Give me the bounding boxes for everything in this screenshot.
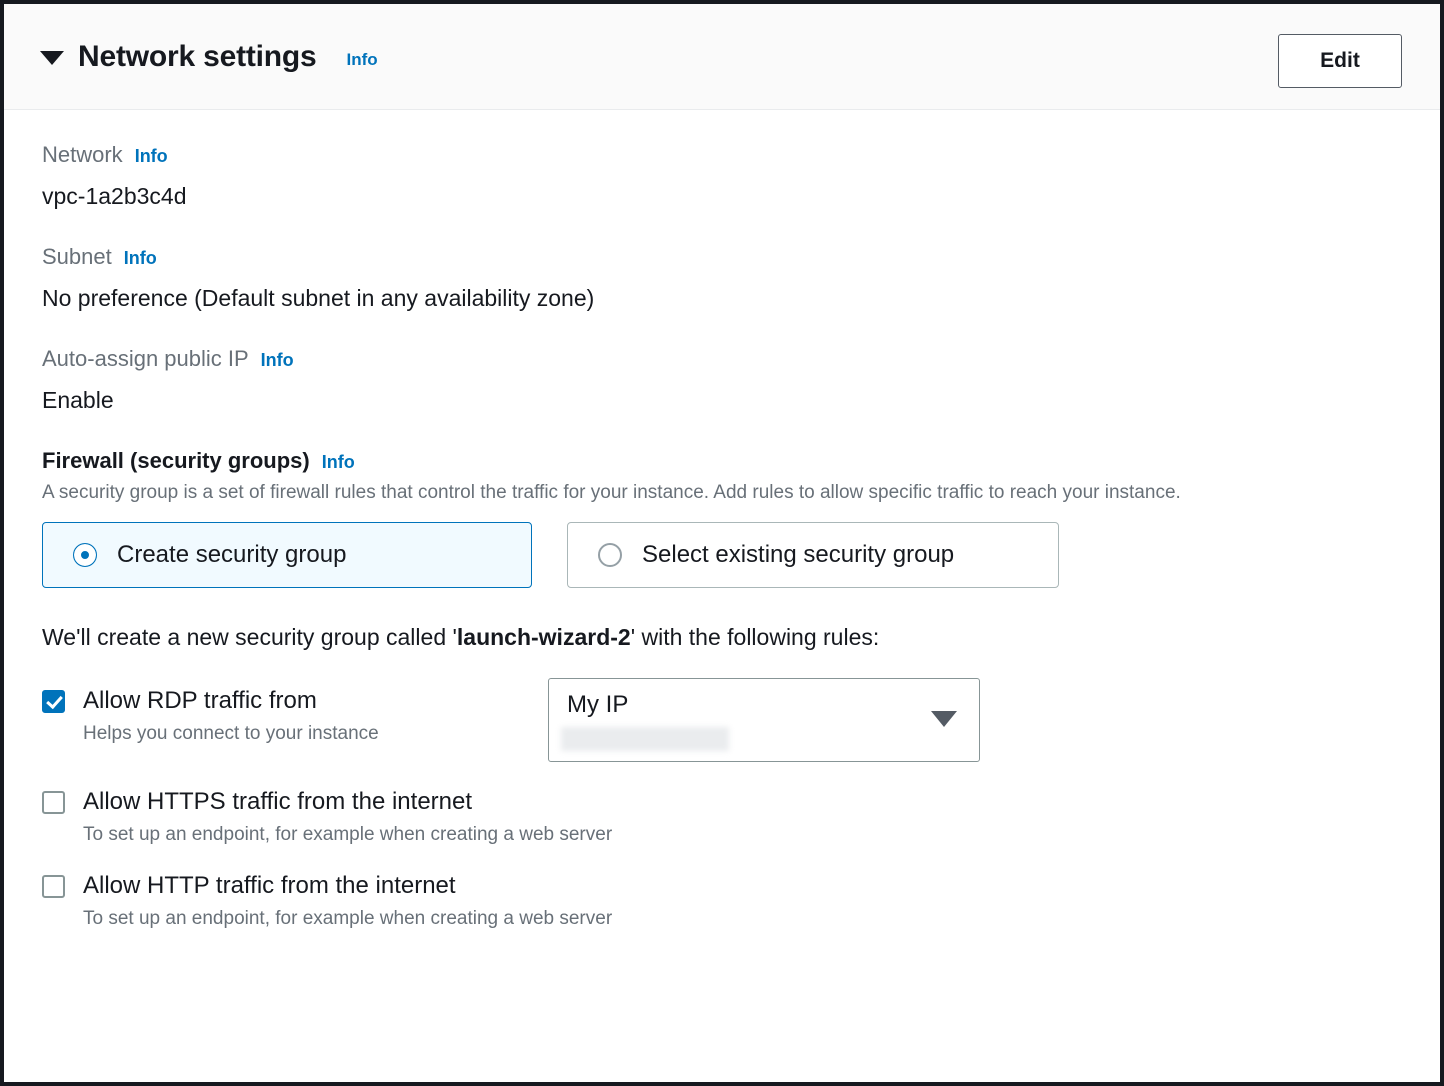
checkbox-allow-rdp[interactable] (42, 689, 65, 713)
rule-rdp-top: Allow RDP traffic from (42, 687, 512, 715)
security-group-name-sentence: We'll create a new security group called… (42, 624, 1402, 651)
rdp-source-redacted-ip (561, 727, 729, 751)
field-auto-assign-public-ip-label: Auto-assign public IP (42, 346, 249, 371)
header-info-link[interactable]: Info (347, 50, 378, 70)
network-settings-panel: Network settings Info Edit Network Info … (0, 0, 1444, 1086)
firewall-rules-list: Allow RDP traffic from Helps you connect… (42, 678, 1402, 930)
field-subnet: Subnet Info No preference (Default subne… (42, 244, 1402, 312)
field-auto-assign-public-ip-label-row: Auto-assign public IP Info (42, 346, 1402, 372)
rule-rdp-sublabel: Helps you connect to your instance (83, 723, 379, 744)
sg-sentence-suffix: ' with the following rules: (630, 624, 880, 650)
chevron-down-icon[interactable] (931, 711, 957, 727)
radio-card-create-security-group-label: Create security group (117, 541, 347, 568)
field-network-value: vpc-1a2b3c4d (42, 183, 187, 209)
rdp-source-dropdown-value: My IP (567, 691, 629, 718)
firewall-section: Firewall (security groups) Info A securi… (42, 448, 1402, 930)
field-subnet-info-link[interactable]: Info (124, 248, 157, 269)
rule-https-sublabel: To set up an endpoint, for example when … (83, 824, 613, 845)
rule-http-sublabel: To set up an endpoint, for example when … (83, 908, 613, 929)
radio-selected-icon[interactable] (73, 543, 97, 567)
radio-unselected-icon[interactable] (598, 543, 622, 567)
panel-body: Network Info vpc-1a2b3c4d Subnet Info No… (4, 110, 1440, 930)
sg-sentence-prefix: We'll create a new security group called… (42, 624, 457, 650)
rdp-source-dropdown[interactable]: My IP (548, 678, 980, 762)
radio-card-select-existing-security-group-label: Select existing security group (642, 541, 955, 568)
field-subnet-label: Subnet (42, 244, 112, 269)
panel-header-left: Network settings Info (40, 40, 378, 74)
radio-card-select-existing-security-group[interactable]: Select existing security group (567, 522, 1059, 588)
rule-row-https: Allow HTTPS traffic from the internet To… (42, 788, 1402, 846)
rule-https-left: Allow HTTPS traffic from the internet To… (42, 788, 612, 846)
rule-http-label: Allow HTTP traffic from the internet (83, 872, 456, 899)
field-subnet-label-row: Subnet Info (42, 244, 1402, 270)
rule-row-rdp: Allow RDP traffic from Helps you connect… (42, 678, 1402, 762)
field-auto-assign-public-ip-value: Enable (42, 387, 114, 413)
rule-https-label: Allow HTTPS traffic from the internet (83, 788, 473, 815)
checkbox-allow-http[interactable] (42, 874, 65, 898)
edit-button[interactable]: Edit (1278, 34, 1402, 88)
field-auto-assign-public-ip: Auto-assign public IP Info Enable (42, 346, 1402, 414)
chevron-down-icon[interactable] (40, 51, 64, 65)
checkbox-allow-https[interactable] (42, 790, 65, 814)
rule-http-top: Allow HTTP traffic from the internet (42, 872, 612, 900)
rule-rdp-left: Allow RDP traffic from Helps you connect… (42, 687, 512, 745)
page-title: Network settings (78, 39, 317, 73)
firewall-info-link[interactable]: Info (322, 452, 355, 473)
firewall-heading: Firewall (security groups) (42, 448, 310, 473)
firewall-heading-row: Firewall (security groups) Info (42, 448, 1402, 474)
sg-name: launch-wizard-2 (456, 624, 631, 650)
field-auto-assign-public-ip-info-link[interactable]: Info (261, 350, 294, 371)
field-subnet-value: No preference (Default subnet in any ava… (42, 285, 595, 311)
field-network-label: Network (42, 142, 123, 167)
field-network: Network Info vpc-1a2b3c4d (42, 142, 1402, 210)
field-network-info-link[interactable]: Info (135, 146, 168, 167)
firewall-option-cards: Create security group Select existing se… (42, 522, 1402, 588)
rule-http-left: Allow HTTP traffic from the internet To … (42, 872, 612, 930)
rule-row-http: Allow HTTP traffic from the internet To … (42, 872, 1402, 930)
firewall-description: A security group is a set of firewall ru… (42, 482, 1181, 503)
field-network-label-row: Network Info (42, 142, 1402, 168)
rule-rdp-label: Allow RDP traffic from (83, 687, 317, 714)
panel-header: Network settings Info Edit (4, 4, 1440, 110)
radio-card-create-security-group[interactable]: Create security group (42, 522, 532, 588)
rule-https-top: Allow HTTPS traffic from the internet (42, 788, 612, 816)
